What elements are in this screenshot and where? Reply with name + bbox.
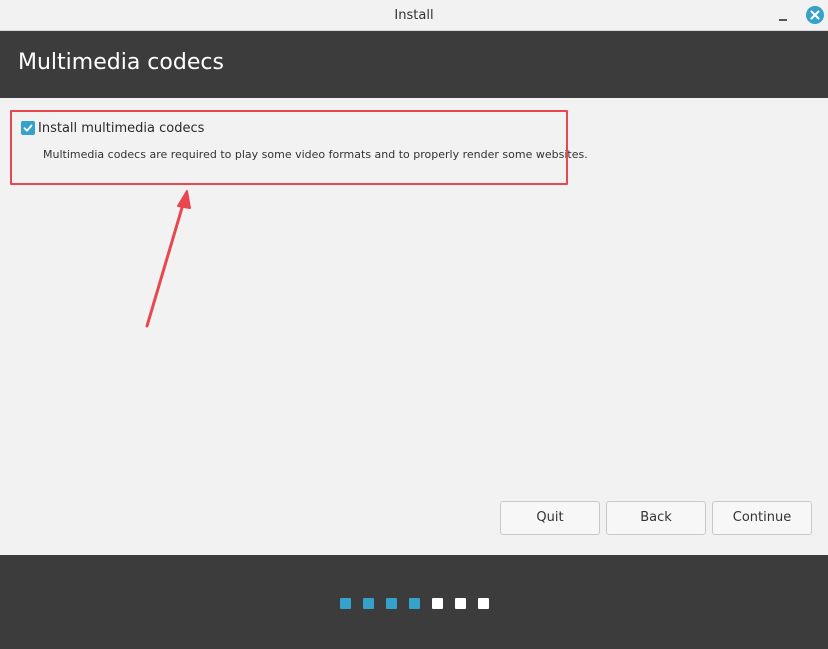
codecs-description: Multimedia codecs are required to play s… bbox=[43, 148, 588, 161]
window-titlebar: Install bbox=[0, 0, 828, 31]
install-codecs-checkbox[interactable] bbox=[21, 121, 35, 135]
close-icon[interactable] bbox=[806, 6, 824, 24]
back-button[interactable]: Back bbox=[606, 501, 706, 535]
step-dot bbox=[455, 598, 466, 609]
step-indicator bbox=[340, 598, 489, 609]
check-icon bbox=[23, 124, 33, 132]
window-title: Install bbox=[394, 8, 434, 23]
quit-button[interactable]: Quit bbox=[500, 501, 600, 535]
progress-footer bbox=[0, 555, 828, 649]
content-area: Install multimedia codecs Multimedia cod… bbox=[0, 98, 828, 555]
install-codecs-label: Install multimedia codecs bbox=[38, 120, 205, 136]
annotation-arrow bbox=[145, 190, 191, 328]
minimize-icon[interactable] bbox=[776, 9, 790, 23]
step-dot bbox=[409, 598, 420, 609]
page-title: Multimedia codecs bbox=[18, 50, 224, 75]
step-dot bbox=[363, 598, 374, 609]
install-codecs-option[interactable]: Install multimedia codecs bbox=[21, 120, 204, 136]
step-dot bbox=[340, 598, 351, 609]
step-dot bbox=[478, 598, 489, 609]
step-dot bbox=[432, 598, 443, 609]
step-dot bbox=[386, 598, 397, 609]
page-header: Multimedia codecs bbox=[0, 31, 828, 98]
continue-button[interactable]: Continue bbox=[712, 501, 812, 535]
